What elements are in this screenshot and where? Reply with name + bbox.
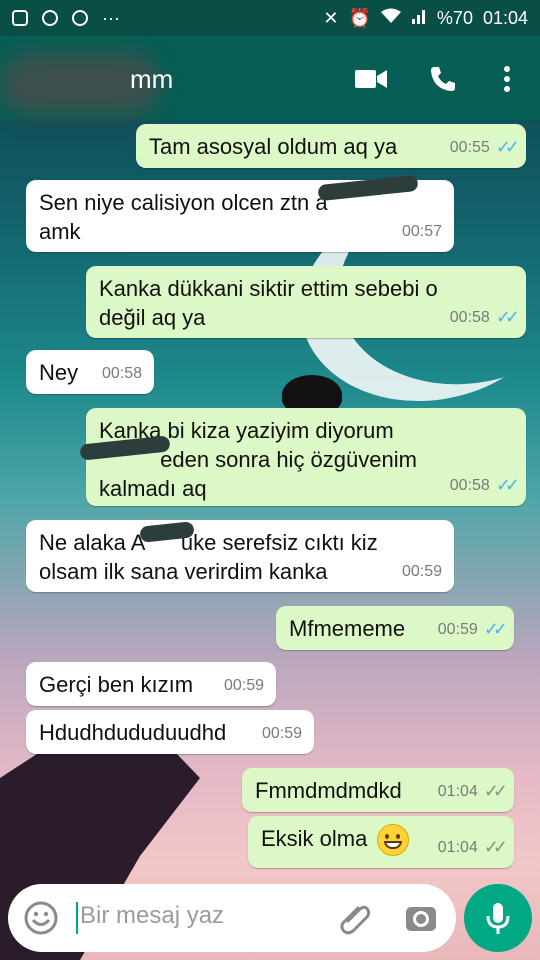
attach-button[interactable]: [338, 901, 372, 940]
mute-icon: ✕: [323, 7, 339, 28]
battery-level: %70: [436, 7, 473, 28]
message-text: Kanka dükkani siktir ettim sebebi o deği…: [99, 276, 438, 330]
message-bubble-incoming[interactable]: Gerçi ben kızım 00:59: [26, 662, 276, 706]
message-bubble-outgoing[interactable]: Kanka dükkani siktir ettim sebebi o deği…: [86, 266, 526, 338]
delivered-ticks-icon: ✓✓: [483, 837, 508, 857]
message-bubble-outgoing[interactable]: Tam asosyal oldum aq ya 00:55 ✓✓: [136, 124, 526, 168]
more-vert-icon: [504, 66, 510, 92]
read-ticks-icon: ✓✓: [495, 137, 520, 157]
message-bubble-outgoing[interactable]: Fmmdmdmdkd 01:04 ✓✓: [242, 768, 514, 812]
read-ticks-icon: ✓✓: [495, 307, 520, 327]
message-time: 00:58: [449, 309, 490, 326]
message-list[interactable]: Tam asosyal oldum aq ya 00:55 ✓✓ Sen niye…: [0, 120, 540, 880]
microphone-icon: [486, 903, 510, 934]
message-text: Sen niye calisiyon olcen ztn a amk: [39, 190, 328, 244]
delivered-ticks-icon: ✓✓: [483, 781, 508, 801]
paperclip-icon: [340, 905, 371, 935]
message-text: Gerçi ben kızım: [39, 672, 194, 697]
message-text: Eksik olma: [261, 826, 368, 851]
message-bubble-outgoing[interactable]: Eksik olma 01:04 ✓✓: [248, 816, 514, 868]
emoji-icon: [24, 901, 58, 935]
emoji-button[interactable]: [24, 901, 58, 940]
message-text: Ne alaka A uke serefsiz cıktı kiz olsam …: [39, 530, 378, 584]
message-text: Fmmdmdmdkd: [255, 778, 402, 803]
message-bubble-incoming[interactable]: Ney 00:58: [26, 350, 154, 394]
read-ticks-icon: ✓✓: [483, 619, 508, 639]
message-bubble-incoming[interactable]: Hdudhdududuudhd 00:59: [26, 710, 314, 754]
message-input[interactable]: Bir mesaj yaz: [80, 902, 224, 930]
grinning-face-emoji: [377, 824, 410, 857]
message-time: 01:04: [437, 839, 478, 856]
instagram-icon: [12, 10, 28, 26]
more-notifications-icon: ···: [102, 7, 120, 28]
message-text: Hdudhdududuudhd: [39, 720, 227, 745]
alarm-icon: ⏰: [348, 7, 371, 28]
message-time: 00:58: [101, 365, 142, 382]
clock: 01:04: [482, 7, 528, 28]
camera-button[interactable]: [404, 901, 438, 940]
chat-header: mm: [0, 36, 540, 120]
message-bubble-outgoing[interactable]: Kanka bi kiza yaziyim diyorum eden sonra…: [86, 408, 526, 506]
message-bubble-outgoing[interactable]: Mfmememe 00:59 ✓✓: [276, 606, 514, 650]
message-time: 01:04: [437, 783, 478, 800]
phone-icon: [431, 67, 455, 91]
message-time: 00:59: [223, 677, 264, 694]
message-time: 00:59: [261, 725, 302, 742]
signal-icon: [411, 8, 427, 29]
message-time: 00:59: [437, 621, 478, 638]
music-icon: [72, 10, 88, 26]
message-text: Kanka bi kiza yaziyim diyorum eden sonra…: [99, 418, 417, 501]
read-ticks-icon: ✓✓: [495, 475, 520, 495]
voice-call-button[interactable]: [426, 62, 460, 96]
video-call-button[interactable]: [354, 62, 388, 96]
message-time: 00:57: [401, 223, 442, 240]
message-text: Ney: [39, 360, 79, 385]
message-text: Mfmememe: [289, 616, 406, 641]
whatsapp-icon: [42, 10, 58, 26]
message-composer[interactable]: Bir mesaj yaz: [8, 884, 456, 952]
status-bar: ··· ✕ ⏰ %70 01:04: [0, 0, 540, 36]
camera-icon: [406, 907, 436, 931]
message-time: 00:58: [449, 477, 490, 494]
message-text: Tam asosyal oldum aq ya: [149, 134, 398, 159]
wifi-icon: [380, 8, 401, 29]
contact-name[interactable]: mm: [130, 64, 173, 95]
message-time: 00:59: [401, 563, 442, 580]
text-caret: [76, 902, 78, 934]
menu-button[interactable]: [490, 62, 524, 96]
message-time: 00:55: [449, 139, 490, 156]
voice-message-button[interactable]: [464, 884, 532, 952]
message-bubble-incoming[interactable]: Ne alaka A uke serefsiz cıktı kiz olsam …: [26, 520, 454, 592]
video-camera-icon: [355, 70, 387, 88]
